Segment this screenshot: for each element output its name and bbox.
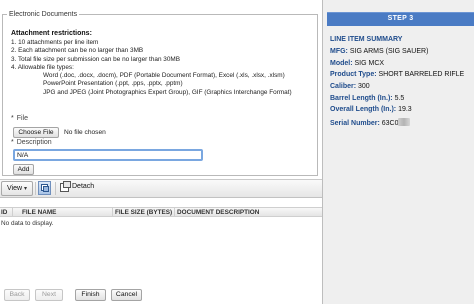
finish-button[interactable]: Finish	[75, 289, 106, 301]
summary-row-product-type: Product Type: SHORT BARRELED RIFLE	[330, 71, 474, 83]
grid-empty-message: No data to display.	[1, 220, 54, 227]
column-separator	[174, 208, 175, 217]
add-button[interactable]: Add	[13, 164, 34, 175]
toolbar-separator	[35, 182, 36, 195]
file-type-item: JPG and JPEG (Joint Photographics Expert…	[43, 88, 292, 96]
summary-value: SIG ARMS (SIG SAUER)	[349, 48, 429, 55]
summary-key: Product Type:	[330, 71, 377, 79]
grid-header-row: ID FILE NAME FILE SIZE (BYTES) DOCUMENT …	[0, 207, 322, 217]
column-header-file-size[interactable]: FILE SIZE (BYTES)	[115, 209, 172, 216]
summary-key: Model:	[330, 59, 353, 67]
summary-value: SHORT BARRELED RIFLE	[378, 71, 465, 79]
summary-block: LINE ITEM SUMMARY MFG: SIG ARMS (SIG SAU…	[330, 35, 474, 130]
restriction-item: 1. 10 attachments per line item	[11, 39, 99, 46]
next-button[interactable]: Next	[35, 289, 63, 301]
summary-key: Overall Length (In.):	[330, 106, 397, 114]
file-label-text: File	[16, 115, 28, 122]
attachment-restrictions-list: 1. 10 attachments per line item 2. Each …	[11, 39, 319, 97]
redaction-blur	[398, 118, 411, 127]
detach-label: Detach	[72, 183, 95, 190]
required-marker: *	[11, 115, 14, 122]
column-header-id[interactable]: ID	[1, 209, 7, 216]
summary-key: Barrel Length (In.):	[330, 94, 393, 102]
documents-panel: Electronic Documents Attachment restrict…	[0, 0, 322, 304]
wizard-footer: Back Next Finish Cancel	[0, 288, 322, 304]
summary-key: MFG:	[330, 48, 348, 55]
choose-file-button[interactable]: Choose File	[13, 127, 59, 138]
summary-key: Serial Number:	[330, 120, 380, 128]
required-marker: *	[11, 139, 14, 146]
summary-row-caliber: Caliber: 300	[330, 83, 474, 95]
view-menu-button[interactable]: View ▾	[1, 181, 33, 196]
line-item-summary-panel: STEP 3 LINE ITEM SUMMARY MFG: SIG ARMS (…	[323, 0, 474, 304]
description-field-label: * Description	[11, 139, 52, 146]
step-header: STEP 3	[327, 12, 474, 26]
column-separator	[12, 208, 13, 217]
summary-row-mfg: MFG: SIG ARMS (SIG SAUER)	[330, 48, 474, 60]
summary-value: 300	[358, 83, 370, 91]
file-type-item: PowerPoint Presentation (.ppt, .pps, .pp…	[43, 80, 183, 88]
summary-row-model: Model: SIG MCX	[330, 60, 474, 72]
column-header-file-name[interactable]: FILE NAME	[22, 209, 56, 216]
restriction-item: 3. Total file size per submission can be…	[11, 55, 180, 63]
file-type-item: Word (.doc, .docx, .docm), PDF (Portable…	[43, 72, 285, 80]
restriction-item: 2. Each attachment can be no larger than…	[11, 47, 144, 55]
summary-row-overall-length: Overall Length (In.): 19.3	[330, 106, 474, 118]
detach-icon	[60, 181, 71, 192]
column-separator	[112, 208, 113, 217]
file-field-label: * File	[11, 115, 28, 122]
grid-toolbar: View ▾ Detach	[0, 180, 322, 198]
summary-title: LINE ITEM SUMMARY	[330, 36, 403, 43]
summary-value: SIG MCX	[354, 59, 385, 67]
description-input[interactable]	[13, 149, 203, 161]
summary-value: 63C0	[381, 120, 399, 128]
freeze-icon-part	[43, 186, 49, 192]
fieldset-legend: Electronic Documents	[7, 9, 80, 20]
summary-row-serial-number: Serial Number: 63C0	[330, 118, 474, 130]
view-menu-label: View	[7, 185, 23, 192]
restriction-item: 4. Allowable file types:	[11, 63, 74, 71]
electronic-documents-fieldset: Electronic Documents Attachment restrict…	[2, 9, 319, 176]
cancel-button[interactable]: Cancel	[111, 289, 142, 301]
summary-value: 5.5	[394, 94, 405, 102]
description-label-text: Description	[16, 139, 52, 146]
chevron-down-icon: ▾	[24, 186, 28, 192]
column-header-document-description[interactable]: DOCUMENT DESCRIPTION	[177, 209, 259, 216]
toolbar-separator	[55, 182, 56, 195]
step-label: STEP 3	[387, 15, 414, 22]
summary-row-barrel-length: Barrel Length (In.): 5.5	[330, 95, 474, 107]
freeze-columns-icon[interactable]	[38, 181, 51, 195]
file-chosen-status: No file chosen	[64, 129, 106, 136]
attachment-restrictions-title: Attachment restrictions:	[11, 30, 92, 37]
summary-value: 19.3	[398, 106, 412, 114]
back-button[interactable]: Back	[4, 289, 30, 301]
attachments-grid: View ▾ Detach ID FILE NAME FILE SIZE (BY…	[0, 179, 322, 287]
summary-key: Caliber:	[330, 83, 357, 91]
